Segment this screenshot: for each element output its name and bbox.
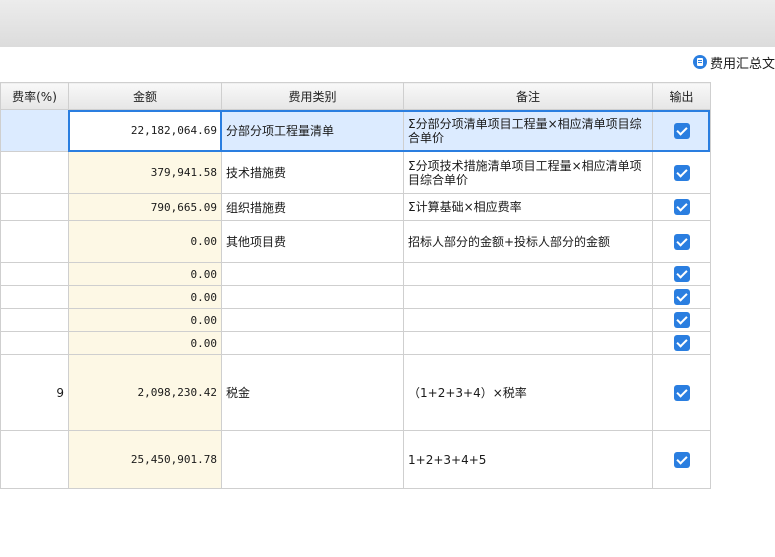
rate-cell[interactable] (0, 308, 69, 332)
header-category[interactable]: 费用类别 (221, 82, 404, 110)
note-cell[interactable] (403, 308, 653, 332)
output-cell[interactable] (652, 262, 711, 286)
output-checkbox[interactable] (673, 451, 690, 468)
output-cell[interactable] (652, 109, 711, 152)
category-cell[interactable]: 分部分项工程量清单 (221, 109, 404, 152)
note-cell[interactable]: Σ计算基础×相应费率 (403, 193, 653, 221)
amount-cell[interactable]: 0.00 (68, 331, 222, 355)
amount-cell[interactable]: 0.00 (68, 262, 222, 286)
header-note[interactable]: 备注 (403, 82, 653, 110)
output-cell[interactable] (652, 308, 711, 332)
category-cell[interactable]: 技术措施费 (221, 151, 404, 194)
table-row[interactable]: 0.00 (0, 262, 711, 286)
output-cell[interactable] (652, 151, 711, 194)
header-rate[interactable]: 费率(%) (0, 82, 69, 110)
category-cell[interactable] (221, 262, 404, 286)
output-cell[interactable] (652, 430, 711, 489)
category-cell[interactable]: 税金 (221, 354, 404, 431)
amount-cell[interactable]: 790,665.09 (68, 193, 222, 221)
table-row[interactable]: 25,450,901.78 1+2+3+4+5 (0, 430, 711, 489)
output-checkbox[interactable] (673, 122, 690, 139)
window-header-bar (0, 0, 775, 48)
category-cell[interactable] (221, 308, 404, 332)
rate-cell[interactable] (0, 109, 69, 152)
output-checkbox[interactable] (673, 233, 690, 250)
output-cell[interactable] (652, 193, 711, 221)
amount-cell[interactable]: 0.00 (68, 220, 222, 263)
rate-cell[interactable] (0, 193, 69, 221)
header-output[interactable]: 输出 (652, 82, 711, 110)
header-amount[interactable]: 金额 (68, 82, 222, 110)
amount-cell[interactable]: 22,182,064.69 (68, 109, 222, 152)
note-cell[interactable] (403, 285, 653, 309)
category-cell[interactable] (221, 430, 404, 489)
rate-cell[interactable] (0, 331, 69, 355)
category-cell[interactable] (221, 285, 404, 309)
note-cell[interactable]: （1+2+3+4）×税率 (403, 354, 653, 431)
category-cell[interactable] (221, 331, 404, 355)
table-row[interactable]: 0.00 (0, 285, 711, 309)
output-checkbox[interactable] (673, 384, 690, 401)
amount-cell[interactable]: 0.00 (68, 308, 222, 332)
rate-cell[interactable] (0, 430, 69, 489)
fee-summary-button[interactable]: 费用汇总文 (692, 52, 775, 72)
note-cell[interactable] (403, 262, 653, 286)
output-checkbox[interactable] (673, 312, 690, 328)
output-checkbox[interactable] (673, 199, 690, 215)
toolbar: 费用汇总文 (0, 47, 775, 81)
fee-summary-table: 费率(%) 金额 费用类别 备注 输出 22,182,064.69 分部分项工程… (0, 82, 711, 489)
amount-cell[interactable]: 2,098,230.42 (68, 354, 222, 431)
rate-cell[interactable] (0, 220, 69, 263)
amount-cell[interactable]: 379,941.58 (68, 151, 222, 194)
table-row[interactable]: 0.00 其他项目费 招标人部分的金额+投标人部分的金额 (0, 220, 711, 263)
rate-cell[interactable]: 9 (0, 354, 69, 431)
table-row[interactable]: 0.00 (0, 308, 711, 332)
document-icon (692, 55, 707, 69)
amount-cell[interactable]: 0.00 (68, 285, 222, 309)
output-checkbox[interactable] (673, 289, 690, 305)
table-header-row: 费率(%) 金额 费用类别 备注 输出 (0, 82, 711, 110)
table-row[interactable]: 790,665.09 组织措施费 Σ计算基础×相应费率 (0, 193, 711, 221)
fee-summary-label: 费用汇总文 (709, 56, 775, 72)
note-cell[interactable]: 招标人部分的金额+投标人部分的金额 (403, 220, 653, 263)
table-row[interactable]: 22,182,064.69 分部分项工程量清单 Σ分部分项清单项目工程量×相应清… (0, 109, 711, 152)
output-checkbox[interactable] (673, 335, 690, 351)
category-cell[interactable]: 组织措施费 (221, 193, 404, 221)
output-cell[interactable] (652, 285, 711, 309)
note-cell[interactable]: Σ分项技术措施清单项目工程量×相应清单项目综合单价 (403, 151, 653, 194)
rate-cell[interactable] (0, 262, 69, 286)
rate-cell[interactable] (0, 285, 69, 309)
category-cell[interactable]: 其他项目费 (221, 220, 404, 263)
note-cell[interactable]: 1+2+3+4+5 (403, 430, 653, 489)
note-cell[interactable] (403, 331, 653, 355)
output-cell[interactable] (652, 220, 711, 263)
amount-cell[interactable]: 25,450,901.78 (68, 430, 222, 489)
rate-cell[interactable] (0, 151, 69, 194)
output-checkbox[interactable] (673, 266, 690, 282)
table-row[interactable]: 9 2,098,230.42 税金 （1+2+3+4）×税率 (0, 354, 711, 431)
note-cell[interactable]: Σ分部分项清单项目工程量×相应清单项目综合单价 (403, 109, 653, 152)
table-row[interactable]: 379,941.58 技术措施费 Σ分项技术措施清单项目工程量×相应清单项目综合… (0, 151, 711, 194)
output-cell[interactable] (652, 331, 711, 355)
table-row[interactable]: 0.00 (0, 331, 711, 355)
output-cell[interactable] (652, 354, 711, 431)
output-checkbox[interactable] (673, 164, 690, 181)
